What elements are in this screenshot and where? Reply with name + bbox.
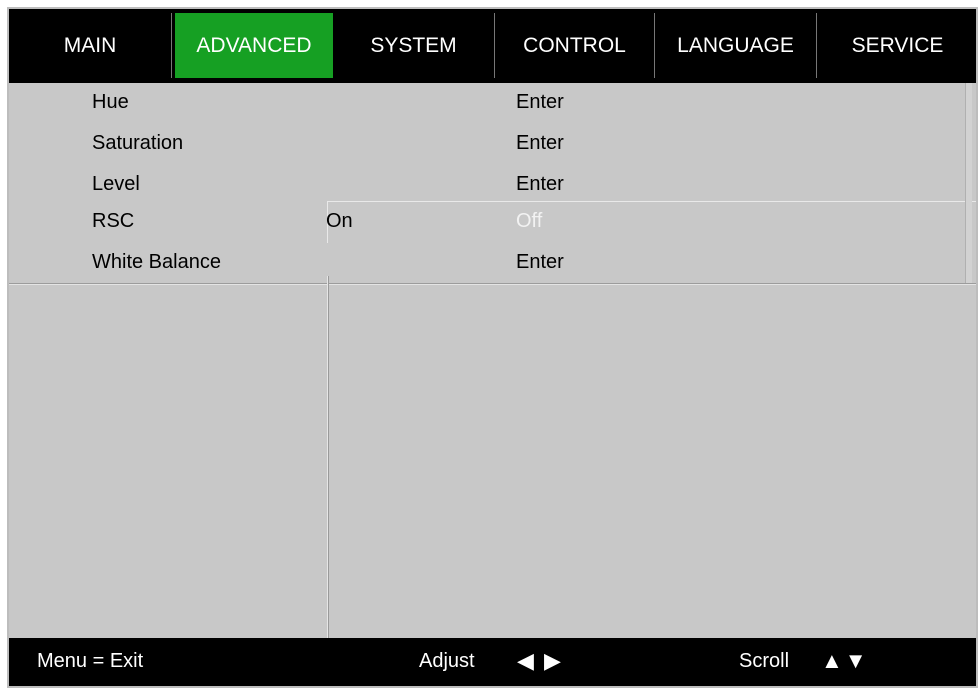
adjust-hint: Adjust	[419, 650, 475, 672]
menu-item-label: Saturation	[92, 132, 184, 154]
tab-advanced[interactable]: ADVANCED	[175, 13, 333, 78]
menu-item-rsc[interactable]: RSC On Off	[9, 202, 976, 243]
menu-item-value[interactable]: Enter	[516, 132, 564, 155]
menu-item-label: RSC	[92, 210, 135, 232]
up-down-arrows-icon: ▲▼	[821, 648, 869, 673]
rsc-option-off[interactable]: Off	[516, 210, 542, 233]
left-right-arrows-icon: ◀ ▶	[517, 648, 563, 673]
tab-system[interactable]: SYSTEM	[333, 13, 495, 78]
tab-service[interactable]: SERVICE	[817, 13, 976, 78]
menu-item-hue[interactable]: Hue Enter	[9, 83, 976, 124]
scroll-hint: Scroll	[739, 650, 790, 672]
divider	[9, 284, 976, 285]
tab-main[interactable]: MAIN	[9, 13, 172, 78]
menu-item-saturation[interactable]: Saturation Enter	[9, 124, 976, 165]
tab-language[interactable]: LANGUAGE	[655, 13, 817, 78]
footer-bar: Menu = Exit Adjust ◀ ▶ Scroll ▲▼	[9, 638, 976, 686]
menu-item-value[interactable]: Enter	[516, 173, 564, 196]
tab-bar: MAIN ADVANCED SYSTEM CONTROL LANGUAGE SE…	[9, 9, 976, 83]
menu-item-label: Hue	[92, 91, 129, 113]
scrollbar[interactable]	[965, 83, 972, 283]
tab-control[interactable]: CONTROL	[495, 13, 655, 78]
menu-item-value[interactable]: Enter	[516, 91, 564, 114]
column-divider	[328, 276, 329, 638]
menu-item-label: White Balance	[92, 251, 221, 273]
osd-menu-window: MAIN ADVANCED SYSTEM CONTROL LANGUAGE SE…	[7, 7, 978, 688]
menu-item-level[interactable]: Level Enter	[9, 165, 976, 206]
rsc-option-on[interactable]: On	[326, 210, 353, 233]
menu-item-label: Level	[92, 173, 140, 195]
menu-exit-hint: Menu = Exit	[37, 650, 144, 672]
menu-content: Hue Enter Saturation Enter Level Enter R…	[9, 83, 976, 638]
menu-item-value[interactable]: Enter	[516, 251, 564, 274]
menu-item-white-balance[interactable]: White Balance Enter	[9, 243, 976, 284]
